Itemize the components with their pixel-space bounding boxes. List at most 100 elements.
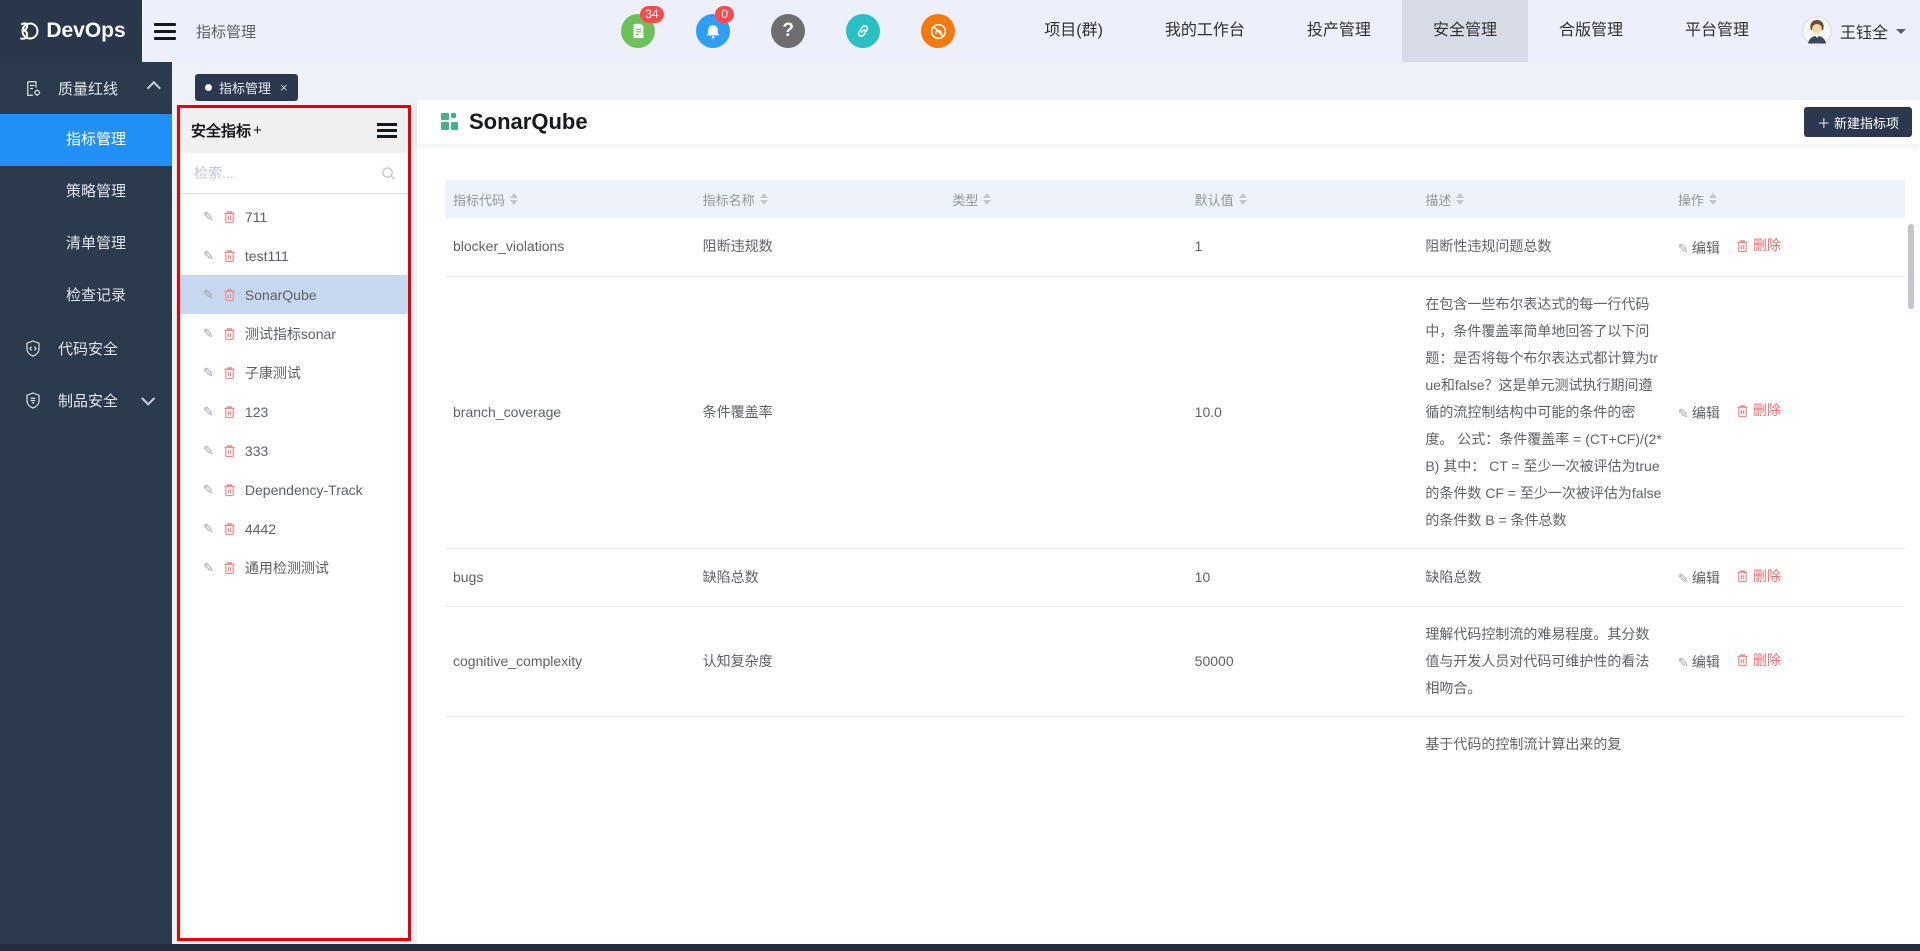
delete-trash-icon[interactable] xyxy=(223,405,236,419)
nav-item-production[interactable]: 投产管理 xyxy=(1276,0,1402,62)
sidebar-item-inspection-records[interactable]: 检查记录 xyxy=(0,270,172,322)
column-header-description[interactable]: 描述 xyxy=(1425,190,1662,209)
list-item-label[interactable]: 子康测试 xyxy=(245,363,301,383)
column-header-code[interactable]: 指标代码 xyxy=(453,190,687,209)
sort-icons[interactable] xyxy=(1239,193,1247,205)
delete-trash-icon[interactable] xyxy=(223,288,236,302)
delete-trash-icon[interactable] xyxy=(223,327,236,341)
list-item-label[interactable]: 333 xyxy=(245,443,268,459)
list-item[interactable]: ✎ 子康测试 xyxy=(180,353,408,392)
sidebar-item-indicator-management[interactable]: 指标管理 xyxy=(0,114,172,166)
new-indicator-button[interactable]: ＋ 新建指标项 xyxy=(1804,107,1912,137)
cell-description: 基于代码的控制流计算出来的复 xyxy=(1417,717,1670,773)
delete-trash-icon[interactable] xyxy=(223,561,236,575)
documents-icon[interactable]: 34 xyxy=(621,14,655,48)
list-item-label[interactable]: 测试指标sonar xyxy=(245,324,336,344)
nav-item-workbench[interactable]: 我的工作台 xyxy=(1134,0,1276,62)
notifications-bell-icon[interactable]: 0 xyxy=(696,14,730,48)
sort-icons[interactable] xyxy=(760,193,768,205)
list-item-selected[interactable]: ✎ SonarQube xyxy=(180,275,408,314)
edit-button[interactable]: ✎编辑 xyxy=(1678,654,1720,670)
column-header-default[interactable]: 默认值 xyxy=(1195,190,1410,209)
link-icon[interactable] xyxy=(846,14,880,48)
list-item-label[interactable]: Dependency-Track xyxy=(245,482,363,498)
user-name: 王钰全 xyxy=(1840,19,1888,43)
delete-button[interactable]: 删除 xyxy=(1736,232,1781,259)
list-item[interactable]: ✎ 通用检测测试 xyxy=(180,548,408,587)
bottom-scrollbar[interactable] xyxy=(0,944,1920,951)
edit-pencil-icon[interactable]: ✎ xyxy=(203,209,214,225)
column-header-actions[interactable]: 操作 xyxy=(1678,190,1897,209)
edit-button[interactable]: ✎编辑 xyxy=(1678,240,1720,256)
delete-trash-icon[interactable] xyxy=(223,483,236,497)
cell-actions: ✎编辑删除 xyxy=(1670,218,1905,276)
list-item-label[interactable]: 711 xyxy=(245,209,267,225)
column-header-name[interactable]: 指标名称 xyxy=(703,190,937,209)
delete-trash-icon[interactable] xyxy=(223,522,236,536)
list-item-label[interactable]: 4442 xyxy=(245,521,276,537)
table-scrollbar-thumb[interactable] xyxy=(1908,224,1914,309)
sidebar-item-checklist-management[interactable]: 清单管理 xyxy=(0,218,172,270)
edit-pencil-icon[interactable]: ✎ xyxy=(203,560,214,576)
cell-code xyxy=(445,717,695,773)
sidebar-group-artifact-security[interactable]: 制品安全 xyxy=(0,374,172,426)
list-item[interactable]: ✎ 333 xyxy=(180,431,408,470)
sort-icons[interactable] xyxy=(1456,193,1464,205)
edit-pencil-icon[interactable]: ✎ xyxy=(203,482,214,498)
list-item[interactable]: ✎ 711 xyxy=(180,197,408,236)
edit-pencil-icon[interactable]: ✎ xyxy=(203,326,214,342)
cell-description: 缺陷总数 xyxy=(1417,548,1670,607)
edit-pencil-icon[interactable]: ✎ xyxy=(203,365,214,381)
user-menu[interactable]: 王钰全 xyxy=(1802,16,1906,46)
delete-trash-icon[interactable] xyxy=(223,366,236,380)
help-icon[interactable]: ? xyxy=(771,14,805,48)
edit-button[interactable]: ✎编辑 xyxy=(1678,405,1720,421)
list-item-label[interactable]: 通用检测测试 xyxy=(245,558,329,578)
sidebar-group-code-security[interactable]: 代码安全 xyxy=(0,322,172,374)
list-item-label[interactable]: 123 xyxy=(245,404,268,420)
menu-toggle-icon[interactable] xyxy=(154,23,176,40)
delete-trash-icon[interactable] xyxy=(223,249,236,263)
cell-name: 条件覆盖率 xyxy=(695,276,945,548)
edit-pencil-icon[interactable]: ✎ xyxy=(203,521,214,537)
cell-default: 1 xyxy=(1187,218,1418,276)
edit-pencil-icon[interactable]: ✎ xyxy=(203,443,214,459)
nav-item-platform[interactable]: 平台管理 xyxy=(1654,0,1780,62)
list-item[interactable]: ✎ 测试指标sonar xyxy=(180,314,408,353)
column-header-type[interactable]: 类型 xyxy=(952,190,1178,209)
list-item-label[interactable]: test111 xyxy=(245,248,289,264)
breadcrumb: 指标管理 xyxy=(196,21,256,42)
add-indicator-group-button[interactable]: + xyxy=(253,122,262,139)
delete-trash-icon[interactable] xyxy=(223,210,236,224)
list-item[interactable]: ✎ test111 xyxy=(180,236,408,275)
panel-collapse-icon[interactable] xyxy=(377,123,397,138)
tab-close-icon[interactable]: × xyxy=(280,80,288,95)
sidebar-group-quality-redline[interactable]: 质量红线 xyxy=(0,62,172,114)
sort-icons[interactable] xyxy=(983,193,991,205)
nav-item-projects[interactable]: 项目(群) xyxy=(1013,0,1134,62)
delete-button[interactable]: 删除 xyxy=(1736,647,1781,674)
edit-pencil-icon[interactable]: ✎ xyxy=(203,248,214,264)
delete-trash-icon[interactable] xyxy=(223,444,236,458)
delete-button[interactable]: 删除 xyxy=(1736,397,1781,424)
edit-pencil-icon[interactable]: ✎ xyxy=(203,404,214,420)
list-item[interactable]: ✎ 4442 xyxy=(180,509,408,548)
delete-button[interactable]: 删除 xyxy=(1736,563,1781,590)
delete-trash-icon xyxy=(1736,404,1749,418)
sort-icons[interactable] xyxy=(1709,193,1717,205)
tab-indicator-management[interactable]: 指标管理 × xyxy=(195,74,298,101)
sidebar-item-policy-management[interactable]: 策略管理 xyxy=(0,166,172,218)
edit-pencil-icon[interactable]: ✎ xyxy=(203,287,214,303)
nav-item-security[interactable]: 安全管理 xyxy=(1402,0,1528,62)
sort-icons[interactable] xyxy=(510,193,518,205)
list-item[interactable]: ✎ 123 xyxy=(180,392,408,431)
list-item[interactable]: ✎ Dependency-Track xyxy=(180,470,408,509)
question-glyph: ? xyxy=(782,20,794,42)
no-bug-icon[interactable] xyxy=(921,14,955,48)
cell-name: 阻断违规数 xyxy=(695,218,945,276)
list-item-label[interactable]: SonarQube xyxy=(245,287,317,303)
search-input[interactable] xyxy=(192,164,381,182)
table-row: cognitive_complexity 认知复杂度 50000 理解代码控制流… xyxy=(445,607,1905,717)
edit-button[interactable]: ✎编辑 xyxy=(1678,570,1720,586)
nav-item-version[interactable]: 合版管理 xyxy=(1528,0,1654,62)
